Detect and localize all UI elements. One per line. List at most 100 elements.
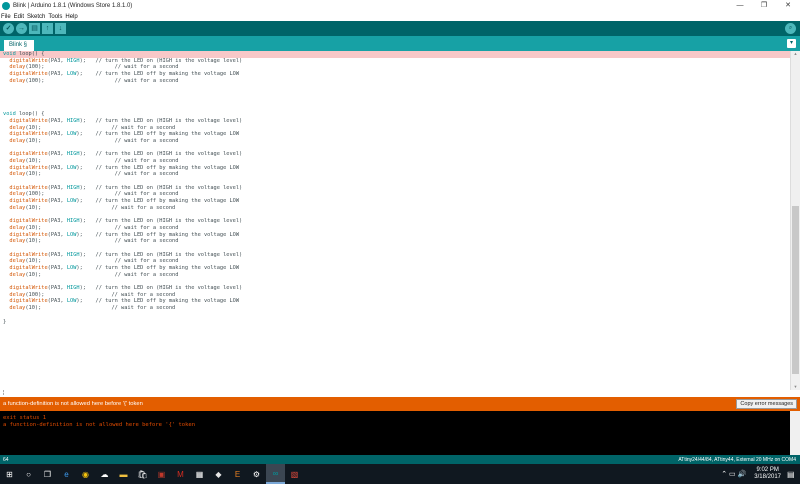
tab-blink[interactable]: Blink § xyxy=(4,40,34,51)
scroll-thumb[interactable] xyxy=(792,206,799,374)
photo-app-icon: ▣ xyxy=(157,469,166,479)
code-line: digitalWrite(PA3, LOW); // turn the LED … xyxy=(9,265,240,271)
code-line: digitalWrite(PA3, LOW); // turn the LED … xyxy=(9,298,240,305)
taskbar-item[interactable]: ▦ xyxy=(190,464,209,484)
editor-last-line: ¦ xyxy=(0,390,800,397)
tab-menu-button[interactable]: ▾ xyxy=(787,39,796,48)
open-sketch-button[interactable]: ↑ xyxy=(42,23,53,34)
inkscape-icon: ◆ xyxy=(215,469,222,479)
code-line: void loop() { xyxy=(3,111,45,118)
menu-bar: File Edit Sketch Tools Help xyxy=(0,12,800,21)
taskbar-item[interactable]: ▧ xyxy=(285,464,304,484)
code-line: digitalWrite(PA3, HIGH); // turn the LED… xyxy=(9,117,243,124)
onedrive-icon: ☁ xyxy=(100,469,109,479)
code-line: delay(10); // wait for a second xyxy=(9,224,179,231)
code-line: delay(10); // wait for a second xyxy=(9,124,176,131)
menu-tools[interactable]: Tools xyxy=(48,14,62,20)
status-bar: 64 ATtiny24/44/84, ATtiny44, External 20… xyxy=(0,455,800,464)
console-line: a function-definition is not allowed her… xyxy=(3,422,196,428)
code-line: digitalWrite(PA3, LOW); // turn the LED … xyxy=(9,71,240,78)
clock-date: 3/18/2017 xyxy=(754,474,781,480)
menu-sketch[interactable]: Sketch xyxy=(27,14,45,20)
settings-icon: ⚙ xyxy=(252,469,261,479)
menu-edit[interactable]: Edit xyxy=(14,14,24,20)
notification-icon[interactable]: ▤ xyxy=(787,470,797,479)
title-bar: Blink | Arduino 1.8.1 (Windows Store 1.8… xyxy=(0,0,800,12)
tray-icons[interactable]: ⌃ ▭ 🔊 xyxy=(721,470,746,478)
menu-file[interactable]: File xyxy=(1,14,11,20)
taskbar-item[interactable]: ◆ xyxy=(209,464,228,484)
arduino-icon: ∞ xyxy=(272,468,279,478)
code-line: delay(10); // wait for a second xyxy=(9,137,179,144)
arduino-app-icon xyxy=(2,2,10,10)
taskbar-item[interactable]: E xyxy=(228,464,247,484)
upload-button[interactable]: → xyxy=(16,23,27,34)
new-sketch-button[interactable]: ▤ xyxy=(29,23,40,34)
code-line: delay(10); // wait for a second xyxy=(9,258,179,265)
clock[interactable]: 9:02 PM 3/18/2017 xyxy=(754,467,781,481)
code-line: digitalWrite(PA3, HIGH); // turn the LED… xyxy=(9,251,243,258)
line-number: 64 xyxy=(3,456,9,463)
tab-bar: Blink § ▾ xyxy=(0,36,800,51)
close-button[interactable]: ✕ xyxy=(776,0,800,12)
serial-monitor-button[interactable]: ⌕ xyxy=(785,23,796,34)
orange-e-icon: E xyxy=(234,469,241,479)
minimize-button[interactable]: — xyxy=(728,0,752,12)
taskbar-item[interactable]: ⚙ xyxy=(247,464,266,484)
calculator-icon: ▦ xyxy=(195,469,204,479)
taskbar-item[interactable]: M xyxy=(171,464,190,484)
error-message: a function-definition is not allowed her… xyxy=(3,401,143,407)
code-line: delay(10); // wait for a second xyxy=(9,158,179,164)
edge-icon: e xyxy=(64,469,69,479)
verify-button[interactable]: ✓ xyxy=(3,23,14,34)
taskbar-item[interactable]: ❐ xyxy=(38,464,57,484)
windows-taskbar: ⊞ ○ ❐ e ◉ ☁ ▬ 🛍 ▣ M ▦ ◆ E ⚙ ∞ ▧ ⌃ ▭ 🔊 9:02 PM 3/18/2017… xyxy=(0,464,800,484)
console-scrollbar[interactable] xyxy=(790,411,800,455)
paint-icon: ▧ xyxy=(290,469,299,479)
code-line: delay(100); // wait for a second xyxy=(9,64,179,71)
taskbar-item[interactable]: ▣ xyxy=(152,464,171,484)
code-line: digitalWrite(PA3, HIGH); // turn the LED… xyxy=(9,218,243,225)
window-title: Blink | Arduino 1.8.1 (Windows Store 1.8… xyxy=(13,3,133,9)
store-icon: 🛍 xyxy=(137,469,148,479)
code-line: delay(10); // wait for a second xyxy=(9,238,179,245)
taskbar-item[interactable]: ⊞ xyxy=(0,464,19,484)
taskbar-item[interactable]: ☁ xyxy=(95,464,114,484)
chrome-icon: ◉ xyxy=(82,469,89,479)
taskbar-item[interactable]: 🛍 xyxy=(133,464,152,484)
task-view-icon: ❐ xyxy=(43,469,52,479)
code-line: delay(100); // wait for a second xyxy=(9,291,176,298)
menu-help[interactable]: Help xyxy=(65,14,77,20)
code-line: } xyxy=(3,318,7,325)
taskbar-item[interactable]: e xyxy=(57,464,76,484)
taskbar-item[interactable]: ○ xyxy=(19,464,38,484)
code-line: delay(10); // wait for a second xyxy=(9,271,179,278)
windows-start-icon: ⊞ xyxy=(6,469,13,479)
scroll-up-arrow-icon[interactable]: ▲ xyxy=(791,51,800,57)
taskbar-item[interactable]: ◉ xyxy=(76,464,95,484)
code-line: delay(100); // wait for a second xyxy=(9,77,179,84)
maximize-button[interactable]: ❐ xyxy=(752,0,776,12)
clock-time: 9:02 PM xyxy=(756,467,779,473)
code-line: delay(10); // wait for a second xyxy=(9,305,176,312)
code-editor[interactable]: void loop() { digitalWrite(PA3, HIGH); /… xyxy=(0,51,790,390)
code-line: delay(10); // wait for a second xyxy=(9,171,179,178)
taskbar-item[interactable]: ▬ xyxy=(114,464,133,484)
code-line: digitalWrite(PA3, LOW); // turn the LED … xyxy=(9,131,240,138)
save-sketch-button[interactable]: ↓ xyxy=(55,23,66,34)
copy-error-messages-button[interactable]: Copy error messages xyxy=(736,399,797,409)
taskbar-item[interactable]: ∞ xyxy=(266,464,285,484)
editor-scrollbar[interactable]: ▲ ▼ xyxy=(790,51,800,390)
code-line: void loop() { xyxy=(0,51,790,58)
code-line: digitalWrite(PA3, HIGH); // turn the LED… xyxy=(9,184,243,191)
search-icon: ○ xyxy=(26,469,31,479)
console-line: exit status 1 xyxy=(3,415,47,421)
